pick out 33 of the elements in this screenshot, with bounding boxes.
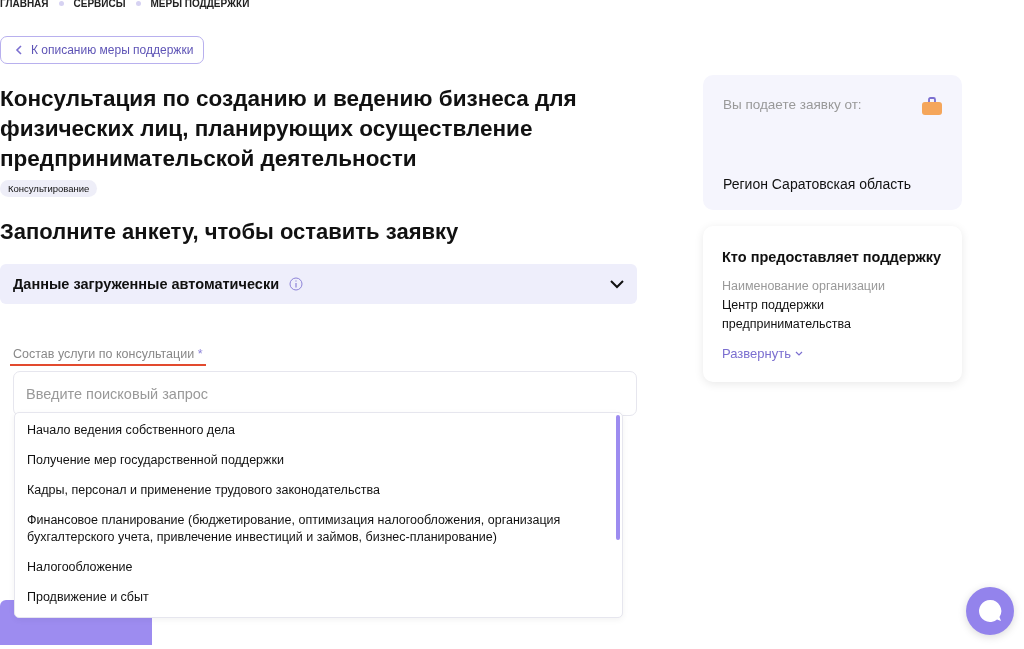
dropdown-option[interactable]: Финансовое планирование (бюджетирование, оптимизация налогообложения, организация бухгалтерского учета, привлечение инвестиций и займов, бизнес-планирование): [15, 505, 629, 552]
breadcrumb-link[interactable]: МЕРЫ ПОДДЕРЖКИ: [150, 0, 250, 9]
info-icon: [289, 277, 304, 291]
accordion-header[interactable]: Данные загруженные автоматически: [0, 264, 637, 304]
org-name: Центр поддержки предпринимательства: [722, 297, 852, 333]
breadcrumb-link[interactable]: ГЛАВНАЯ: [0, 0, 49, 9]
search-field[interactable]: Введите поисковый запрос: [13, 371, 637, 416]
chat-button[interactable]: [966, 587, 1014, 635]
chat-bubble-icon: [978, 599, 1002, 623]
separator-dot: [135, 0, 141, 6]
category-tag: Консультирование: [0, 180, 98, 197]
expand-link[interactable]: Развернуть: [722, 346, 803, 361]
separator-dot: [58, 0, 64, 6]
chevron-down-icon: [794, 351, 803, 356]
breadcrumb-link[interactable]: СЕРВИСЫ: [73, 0, 126, 9]
dropdown-option[interactable]: Начало ведения собственного дела: [15, 415, 629, 445]
dropdown-option[interactable]: Продвижение и сбыт: [15, 582, 629, 612]
applicant-value: Регион Саратовская область: [723, 176, 912, 192]
form-title: Заполните анкету, чтобы оставить заявку: [0, 218, 459, 246]
dropdown-option[interactable]: Получение мер государственной поддержки: [15, 445, 629, 475]
card-title: Кто предоставляет поддержку: [722, 248, 942, 267]
field-label: Состав услуги по консультации *: [10, 347, 206, 366]
back-button[interactable]: К описанию меры поддержки: [0, 36, 205, 64]
dropdown-option[interactable]: Кадры, персонал и применение трудового законодательства: [15, 475, 629, 505]
scrollbar-thumb[interactable]: [616, 415, 620, 540]
dropdown-option[interactable]: Налогообложение: [15, 552, 629, 582]
accordion-title: Данные загруженные автоматически: [13, 276, 280, 292]
page-title: Консультация по созданию и ведению бизнеса для физических лиц, планирующих осуществление предпринимательской деятельности: [0, 85, 578, 173]
chevron-left-icon: [15, 45, 23, 55]
briefcase-icon: [922, 97, 942, 115]
org-label: Наименование организации: [722, 279, 886, 293]
applicant-label: Вы подаете заявку от:: [723, 97, 862, 112]
chevron-icon: [610, 279, 624, 289]
